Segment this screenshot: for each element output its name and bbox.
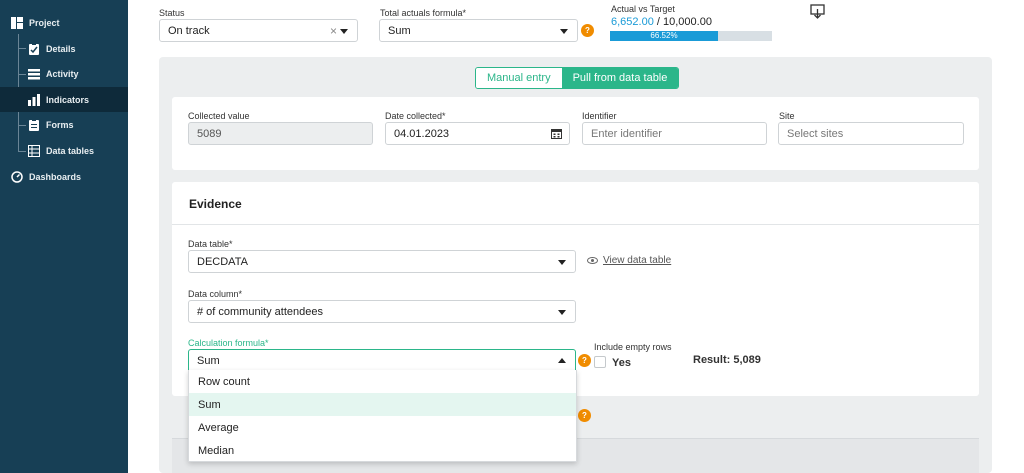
sidebar-item-label: Project xyxy=(29,17,60,28)
sidebar-item-label: Indicators xyxy=(46,94,90,105)
total-actuals-formula-select[interactable]: Sum xyxy=(379,19,578,42)
divider xyxy=(172,224,979,225)
formula-value: Sum xyxy=(388,24,411,37)
bar-chart-icon xyxy=(28,93,40,106)
site-placeholder: Select sites xyxy=(787,127,844,140)
calculation-formula-select[interactable]: Sum xyxy=(188,349,576,372)
manual-entry-tab[interactable]: Manual entry xyxy=(476,68,562,88)
include-empty-rows-checkbox[interactable] xyxy=(594,356,606,368)
progress-percent: 66.52% xyxy=(650,31,678,40)
chevron-up-icon xyxy=(558,358,566,363)
sidebar-item-data-tables[interactable]: Data tables xyxy=(0,138,128,163)
data-column-value: # of community attendees xyxy=(197,305,323,318)
dropdown-option-average[interactable]: Average xyxy=(189,416,576,439)
table-icon xyxy=(28,144,40,157)
dropdown-option-sum[interactable]: Sum xyxy=(189,393,576,416)
status-select[interactable]: On track × xyxy=(159,19,358,42)
project-icon xyxy=(11,16,23,29)
chevron-down-icon xyxy=(558,260,566,265)
sidebar-item-indicators[interactable]: Indicators xyxy=(0,87,128,112)
eye-icon xyxy=(587,257,598,264)
gauge-icon xyxy=(11,170,23,183)
date-value: 04.01.2023 xyxy=(394,127,450,140)
main-content: Status On track × Total actuals formula*… xyxy=(128,0,1024,473)
data-table-value: DECDATA xyxy=(197,255,248,268)
result-text: Result: 5,089 xyxy=(693,354,761,366)
data-column-label: Data column* xyxy=(188,289,243,299)
sidebar-item-label: Data tables xyxy=(46,145,95,156)
identifier-label: Identifier xyxy=(582,111,617,121)
data-column-select[interactable]: # of community attendees xyxy=(188,300,576,323)
date-collected-label: Date collected* xyxy=(385,111,446,121)
status-label: Status xyxy=(159,8,185,18)
separator: / xyxy=(653,16,663,28)
collected-value-field: 5089 xyxy=(188,122,373,145)
dropdown-option-row-count[interactable]: Row count xyxy=(189,370,576,393)
status-value: On track xyxy=(168,24,210,37)
sidebar-item-label: Dashboards xyxy=(29,171,82,182)
download-icon[interactable] xyxy=(810,4,825,22)
clear-icon[interactable]: × xyxy=(330,24,337,38)
collected-value: 5089 xyxy=(197,127,222,140)
form-icon xyxy=(28,118,40,131)
data-table-select[interactable]: DECDATA xyxy=(188,250,576,273)
sidebar-item-label: Details xyxy=(46,43,76,54)
sidebar: Project Details Activity Indicators Form… xyxy=(0,0,128,473)
calculation-formula-value: Sum xyxy=(197,354,220,367)
clipboard-icon xyxy=(28,42,40,55)
include-empty-rows-option: Yes xyxy=(612,357,631,369)
calendar-icon[interactable] xyxy=(551,128,562,142)
sidebar-item-label: Activity xyxy=(46,68,79,79)
help-icon[interactable]: ? xyxy=(578,409,591,422)
evidence-title: Evidence xyxy=(189,197,242,211)
collected-value-label: Collected value xyxy=(188,111,250,121)
calculation-formula-label: Calculation formula* xyxy=(188,338,269,348)
sidebar-item-label: Forms xyxy=(46,119,74,130)
chevron-down-icon xyxy=(560,29,568,34)
formula-label: Total actuals formula* xyxy=(380,8,467,18)
progress-bar: 66.52% xyxy=(610,31,772,41)
target-value: 10,000.00 xyxy=(663,16,712,28)
help-icon[interactable]: ? xyxy=(581,24,594,37)
sidebar-item-dashboards[interactable]: Dashboards xyxy=(0,164,128,189)
date-collected-field[interactable]: 04.01.2023 xyxy=(385,122,570,145)
list-icon xyxy=(28,68,40,80)
help-icon[interactable]: ? xyxy=(578,354,591,367)
chevron-down-icon xyxy=(340,29,348,34)
site-select[interactable]: Select sites xyxy=(778,122,964,145)
sidebar-item-project[interactable]: Project xyxy=(0,10,128,35)
entry-mode-toggle[interactable]: Manual entry Pull from data table xyxy=(475,67,680,89)
site-label: Site xyxy=(779,111,795,121)
sidebar-item-activity[interactable]: Activity xyxy=(0,61,128,86)
actual-value: 6,652.00 xyxy=(611,16,654,28)
chevron-down-icon xyxy=(558,310,566,315)
actual-vs-target-values: 6,652.00 / 10,000.00 xyxy=(611,16,712,28)
view-data-table-link[interactable]: View data table xyxy=(603,255,671,266)
pull-from-data-table-tab[interactable]: Pull from data table xyxy=(561,68,679,88)
identifier-placeholder: Enter identifier xyxy=(591,127,662,140)
dropdown-option-median[interactable]: Median xyxy=(189,439,576,462)
sidebar-item-forms[interactable]: Forms xyxy=(0,112,128,137)
calculation-formula-dropdown: Row count Sum Average Median xyxy=(188,370,577,462)
actual-vs-target-label: Actual vs Target xyxy=(611,4,675,14)
include-empty-rows-label: Include empty rows xyxy=(594,342,672,352)
data-table-label: Data table* xyxy=(188,239,233,249)
identifier-input[interactable]: Enter identifier xyxy=(582,122,767,145)
sidebar-item-details[interactable]: Details xyxy=(0,36,128,61)
